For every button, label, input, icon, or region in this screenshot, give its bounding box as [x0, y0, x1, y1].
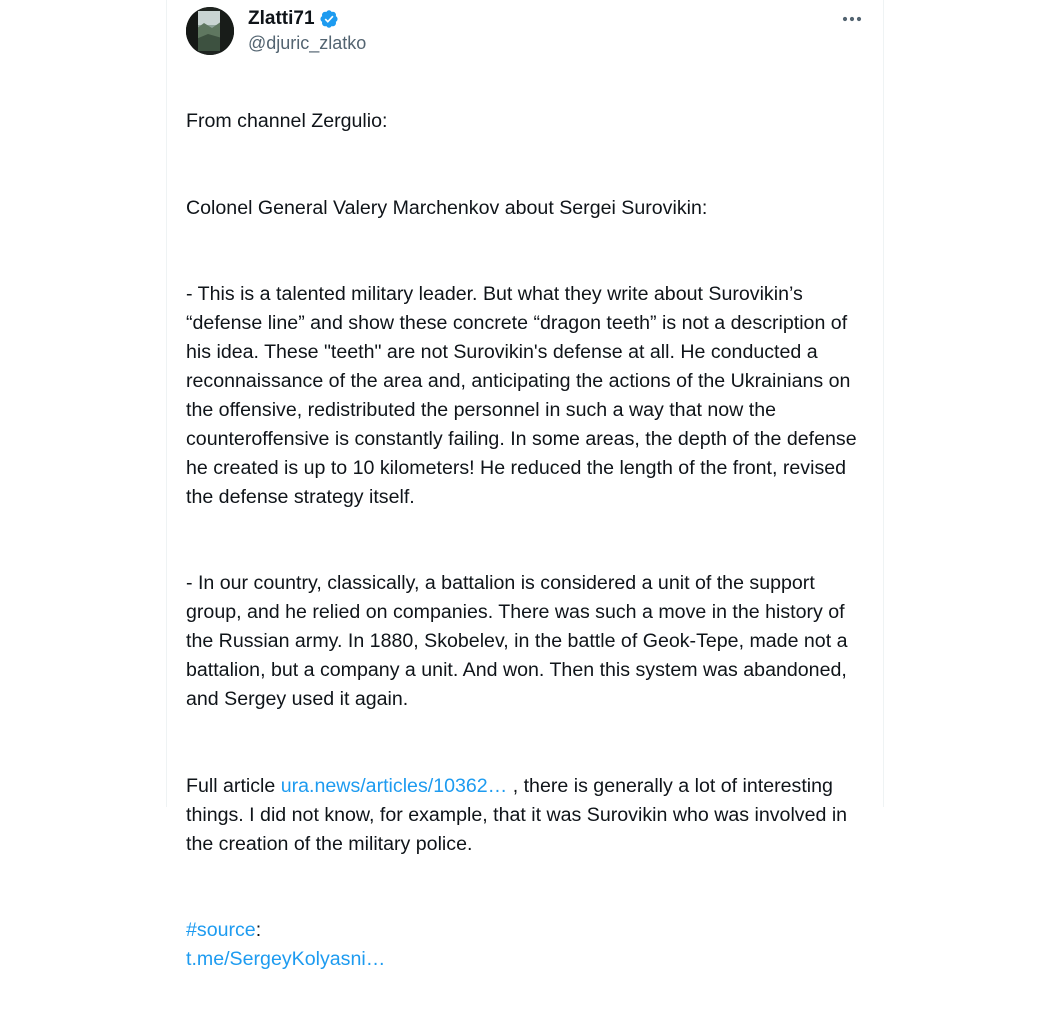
tweet-paragraph-source: #source: t.me/SergeyKolyasni…: [186, 916, 870, 974]
verified-badge-icon: [319, 10, 338, 28]
article-prefix: Full article: [186, 774, 281, 797]
tweet-paragraph-article: Full article ura.news/articles/10362… , …: [186, 772, 870, 859]
tweet-paragraph-channel: From channel Zergulio:: [186, 109, 388, 132]
author-name-row[interactable]: Zlatti71: [248, 7, 339, 31]
tweet-paragraph-intro: Colonel General Valery Marchenkov about …: [186, 196, 708, 219]
source-hashtag-link[interactable]: #source: [186, 919, 256, 941]
more-horizontal-icon: [842, 16, 862, 22]
tweet-paragraph-quote-1: - This is a talented military leader. Bu…: [186, 283, 857, 508]
tweet-paragraph-quote-2: - In our country, classically, a battali…: [186, 572, 848, 710]
author-handle[interactable]: @djuric_zlatko: [248, 33, 366, 54]
tweet-text: From channel Zergulio: Colonel General V…: [186, 78, 870, 1032]
author-avatar[interactable]: [186, 7, 234, 55]
tweet-card: Zlatti71 @djuric_zlatko From channel Zer…: [166, 0, 884, 970]
more-options-button[interactable]: [841, 8, 863, 30]
article-link[interactable]: ura.news/articles/10362…: [281, 775, 508, 797]
author-display-name[interactable]: Zlatti71: [248, 8, 315, 30]
landscape-avatar-photo: [186, 7, 234, 55]
telegram-link[interactable]: t.me/SergeyKolyasni…: [186, 948, 385, 970]
source-colon: :: [255, 919, 262, 942]
